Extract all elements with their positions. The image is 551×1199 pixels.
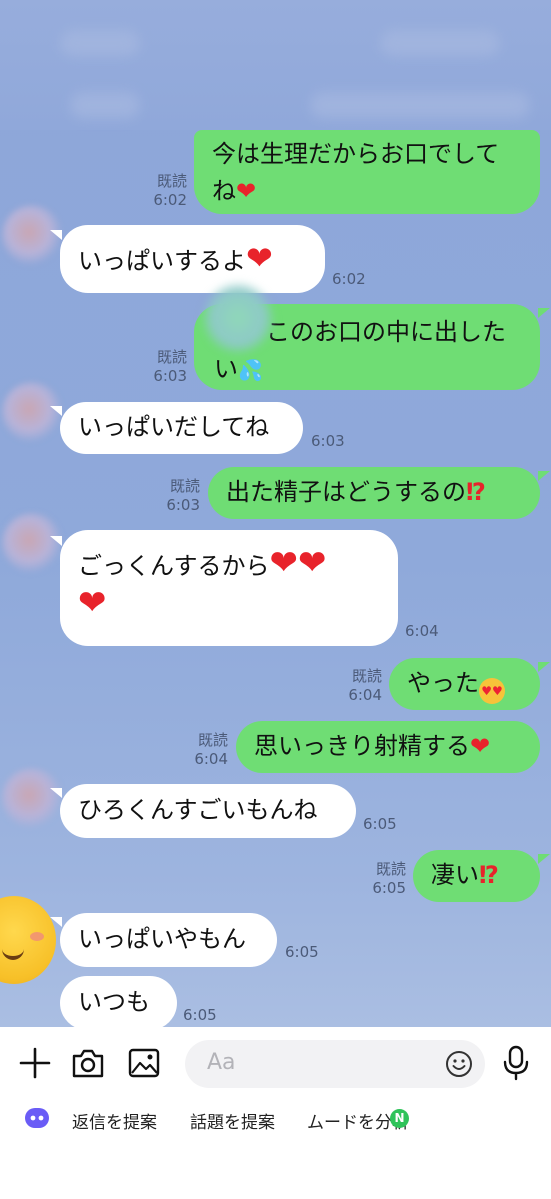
- read-receipt: 既読 6:04: [194, 731, 228, 768]
- chat-area[interactable]: 既読 6:02 今は生理だからお口でして ね❤ いっぱいするよ❤ 6:02 既読 6…: [0, 0, 551, 1027]
- message-bubble-received[interactable]: いつも: [60, 976, 177, 1027]
- message-text: やった: [407, 669, 479, 697]
- bubble-tail: [50, 536, 62, 546]
- heart-icon: ❤: [246, 239, 273, 277]
- heart-icon: ❤: [470, 732, 491, 760]
- bubble-tail: [50, 917, 62, 927]
- ai-assistant-icon[interactable]: [24, 1106, 50, 1130]
- message-bubble-received[interactable]: いっぱいやもん: [60, 913, 277, 967]
- smiley-avatar[interactable]: [0, 896, 56, 984]
- bubble-tail: [538, 308, 550, 318]
- suggest-topic-button[interactable]: 話題を提案: [190, 1108, 275, 1133]
- read-receipt: 既読 6:05: [372, 860, 406, 897]
- message-bubble-sent[interactable]: やった ♥♥: [389, 658, 540, 710]
- blurred-sticker: [202, 282, 274, 354]
- message-bubble-received[interactable]: ごっくんするから❤❤ ❤: [60, 530, 398, 646]
- message-bubble-sent[interactable]: 出た精子はどうするの⁉: [208, 467, 540, 519]
- read-receipt: 既読 6:03: [153, 348, 187, 385]
- message-text: ひろくんすごいもんね: [78, 796, 318, 824]
- emoji-icon[interactable]: [445, 1050, 473, 1078]
- message-text: いっぱいするよ: [78, 247, 246, 275]
- message-text: いっぱいやもん: [78, 925, 246, 953]
- message-bubble-received[interactable]: いっぱいするよ❤: [60, 225, 325, 293]
- message-text: 思いっきり射精する: [254, 732, 470, 760]
- plus-icon[interactable]: [18, 1046, 52, 1080]
- message-time: 6:05: [363, 815, 397, 833]
- message-text: いっぱいだしてね: [78, 413, 270, 441]
- bubble-tail: [50, 788, 62, 798]
- exclamation-question-icon: ⁉: [466, 478, 486, 506]
- bubble-tail: [50, 230, 62, 240]
- heart-icon: ❤: [78, 583, 107, 623]
- heart-icon: ❤❤: [269, 543, 327, 583]
- message-bubble-sent[interactable]: 思いっきり射精する❤: [236, 721, 540, 773]
- message-text: ね: [212, 177, 236, 205]
- message-time: 6:03: [311, 432, 345, 450]
- bubble-tail: [538, 662, 550, 672]
- read-receipt: 既読 6:02: [153, 172, 187, 209]
- message-input[interactable]: Aa: [185, 1040, 485, 1088]
- message-text: 出た精子はどうするの: [226, 478, 466, 506]
- message-bubble-sent[interactable]: 今は生理だからお口でして ね❤: [194, 130, 540, 214]
- exclamation-question-icon: ⁉: [479, 861, 499, 889]
- read-receipt: 既読 6:03: [166, 477, 200, 514]
- message-time: 6:04: [405, 622, 439, 640]
- bubble-tail: [50, 406, 62, 416]
- message-text: いつも: [78, 988, 150, 1016]
- read-receipt: 既読 6:04: [348, 667, 382, 704]
- sweat-droplets-icon: 💦: [238, 358, 263, 382]
- suggest-reply-button[interactable]: 返信を提案: [72, 1108, 157, 1133]
- bubble-tail: [538, 471, 550, 481]
- message-time: 6:05: [285, 943, 319, 961]
- avatar[interactable]: [2, 768, 62, 828]
- message-text: い: [214, 355, 238, 383]
- message-bubble-sent[interactable]: 凄い⁉: [413, 850, 540, 902]
- image-icon[interactable]: [127, 1046, 161, 1080]
- mic-icon[interactable]: [502, 1044, 530, 1082]
- new-badge: N: [390, 1109, 409, 1128]
- message-time: 6:05: [183, 1006, 217, 1024]
- message-bubble-received[interactable]: ひろくんすごいもんね: [60, 784, 356, 838]
- message-bubble-received[interactable]: いっぱいだしてね: [60, 402, 303, 454]
- message-input-placeholder: Aa: [207, 1050, 236, 1075]
- heart-icon: ❤: [236, 177, 257, 205]
- blurred-header: [0, 0, 551, 130]
- message-time: 6:02: [332, 270, 366, 288]
- message-text: 今は生理だからお口でして: [212, 140, 500, 168]
- bubble-tail: [538, 854, 550, 864]
- message-text: ごっくんするから: [78, 552, 270, 580]
- heart-eyes-face-icon: ♥♥: [479, 678, 505, 704]
- message-text: 凄い: [431, 861, 479, 889]
- camera-icon[interactable]: [70, 1046, 106, 1080]
